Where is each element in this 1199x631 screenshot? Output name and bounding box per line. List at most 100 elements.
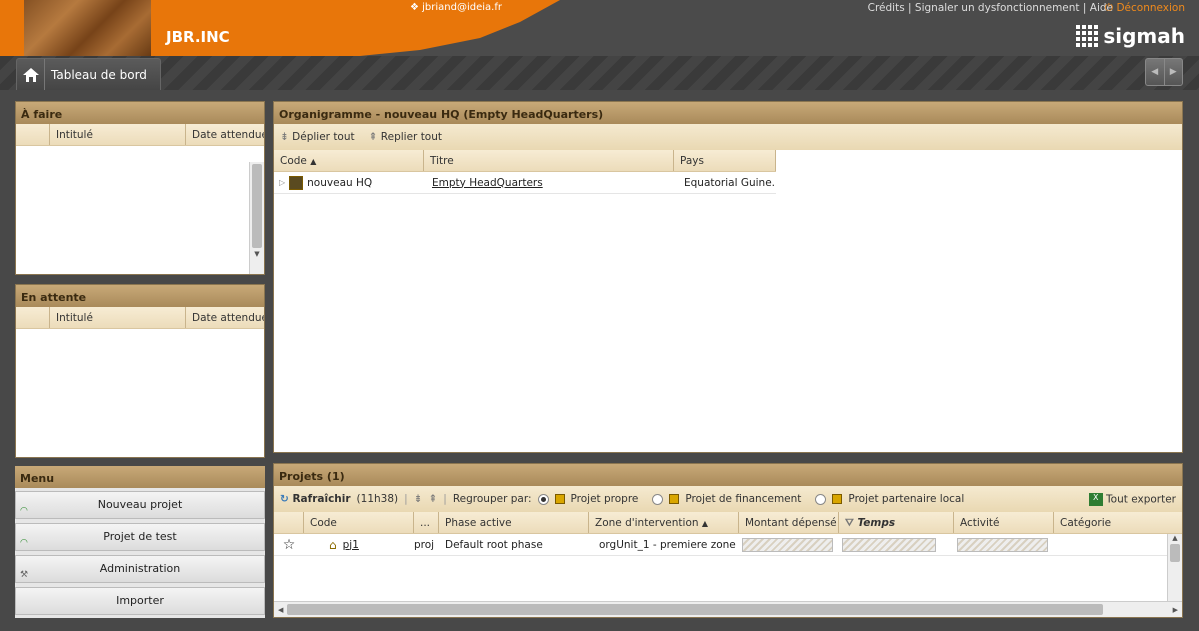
sort-asc-icon: ▲: [701, 519, 709, 528]
credits-link[interactable]: Crédits: [868, 2, 905, 14]
column-header-country[interactable]: Pays: [674, 150, 776, 171]
expand-label: Déplier tout: [292, 131, 355, 143]
report-bug-link[interactable]: Signaler un dysfonctionnement: [915, 2, 1080, 14]
vertical-scrollbar[interactable]: ▲: [1167, 534, 1182, 601]
top-links: Crédits | Signaler un dysfonctionnement …: [868, 2, 1113, 14]
column-header-code[interactable]: Code: [304, 512, 414, 533]
column-header-favorite: [274, 512, 304, 533]
sigmah-dots-icon: [1076, 25, 1099, 47]
column-header[interactable]: Date attendue: [186, 124, 264, 145]
import-button[interactable]: Importer: [15, 587, 265, 615]
column-header[interactable]: Intitulé: [50, 124, 186, 145]
column-header[interactable]: Intitulé: [50, 307, 186, 328]
user-icon: ❖: [410, 2, 423, 13]
column-label: Temps: [857, 517, 896, 529]
column-header-phase[interactable]: Phase active: [439, 512, 589, 533]
column-header-title[interactable]: Titre: [424, 150, 674, 171]
cell-title: Empty HeadQuarters: [424, 177, 674, 189]
tab-bar: [0, 56, 1199, 90]
sort-asc-icon: ▲: [310, 157, 317, 166]
toolbar-separator: |: [404, 493, 408, 505]
table-header: Code ▲ Titre Pays: [274, 150, 776, 172]
scroll-right-icon[interactable]: ▶: [1165, 59, 1183, 85]
tab-dashboard[interactable]: Tableau de bord: [16, 58, 161, 90]
column-header-zone[interactable]: Zone d'intervention ▲: [589, 512, 739, 533]
org-toolbar: ⇟ Déplier tout ⇞ Replier tout: [274, 124, 1182, 150]
group-by-label: Regrouper par:: [452, 493, 532, 505]
org-chart-panel: Organigramme - nouveau HQ (Empty HeadQua…: [273, 101, 1183, 453]
new-project-button[interactable]: Nouveau projet ◠: [15, 491, 265, 519]
organization-logo: [24, 0, 151, 56]
expand-icon: ⇟: [280, 131, 289, 143]
cell-zone: orgUnit_1 - premiere zone d'in: [599, 538, 739, 551]
export-label: Tout exporter: [1106, 493, 1176, 505]
scroll-thumb[interactable]: [287, 604, 1104, 615]
horizontal-scrollbar[interactable]: ◀ ▶: [274, 601, 1182, 617]
cell-code: ⌂ pj1: [304, 538, 414, 552]
company-name: JBR.INC: [166, 28, 230, 46]
partner-project-icon: [832, 494, 843, 504]
collapse-icon[interactable]: ⇞: [428, 493, 437, 505]
column-header-time[interactable]: ⛛ Temps: [839, 512, 954, 533]
scroll-left-icon[interactable]: ◀: [274, 606, 287, 614]
home-icon: [17, 59, 45, 90]
row-code: nouveau HQ: [307, 176, 373, 189]
cell-activity: [954, 537, 1054, 552]
export-all-button[interactable]: X Tout exporter: [1088, 492, 1176, 506]
collapse-label: Replier tout: [380, 131, 443, 143]
radio-own-project[interactable]: [537, 493, 549, 505]
radio-funding-project[interactable]: [652, 493, 664, 505]
scroll-thumb[interactable]: [252, 164, 262, 248]
logout-link[interactable]: ⏻ Déconnexion: [1105, 2, 1185, 15]
column-header-category[interactable]: Catégorie: [1054, 512, 1182, 533]
collapse-all-button[interactable]: ⇞ Replier tout: [369, 131, 442, 143]
own-project-icon: [554, 494, 565, 504]
vertical-scrollbar[interactable]: ▼: [249, 162, 264, 274]
excel-icon: X: [1088, 492, 1103, 506]
projects-toolbar: ↻ Rafraîchir (11h38) | ⇟ ⇞ | Regrouper p…: [274, 486, 1182, 512]
cell-spent: [739, 537, 839, 552]
table-row[interactable]: ▷ nouveau HQ Empty HeadQuarters Equatori…: [274, 172, 776, 194]
expand-all-button[interactable]: ⇟ Déplier tout: [280, 131, 355, 143]
power-icon: ⏻: [1104, 2, 1117, 14]
user-email-text: jbriand@ideia.fr: [422, 2, 502, 13]
administration-button[interactable]: Administration ⚒: [15, 555, 265, 583]
cell-phase: Default root phase: [445, 538, 543, 551]
tab-scroll-buttons: ◀ ▶: [1145, 58, 1183, 86]
option-label: Projet propre: [570, 493, 639, 505]
cell-country: Equatorial Guine...: [684, 176, 776, 189]
radio-partner-project[interactable]: [815, 493, 827, 505]
logout-label: Déconnexion: [1116, 2, 1185, 14]
expand-icon[interactable]: ⇟: [414, 493, 423, 505]
menu-label: Administration: [99, 562, 181, 575]
row-title-link[interactable]: Empty HeadQuarters: [432, 177, 543, 189]
option-label: Projet de financement: [685, 493, 802, 505]
test-project-button[interactable]: Projet de test ◠: [15, 523, 265, 551]
filter-icon: ⛛: [845, 517, 854, 529]
scroll-up-icon[interactable]: ▲: [1168, 534, 1182, 542]
refresh-label: Rafraîchir: [292, 493, 351, 505]
scroll-down-icon[interactable]: ▼: [250, 250, 264, 258]
project-icon: ◠: [20, 506, 28, 516]
column-label: Code: [280, 155, 307, 167]
refresh-time: (11h38): [356, 493, 399, 505]
scroll-left-icon[interactable]: ◀: [1146, 59, 1165, 85]
user-email[interactable]: ❖ jbriand@ideia.fr: [410, 2, 502, 13]
scroll-thumb[interactable]: [1170, 544, 1180, 562]
table-header: Code ... Phase active Zone d'interventio…: [274, 512, 1182, 534]
table-header: Intitulé Date attendue: [16, 307, 264, 329]
menu-label: Importer: [116, 594, 164, 607]
favorite-star-icon[interactable]: ☆: [274, 537, 304, 553]
option-label: Projet partenaire local: [848, 493, 965, 505]
column-header-more[interactable]: ...: [414, 512, 439, 533]
scroll-right-icon[interactable]: ▶: [1169, 606, 1182, 614]
refresh-button[interactable]: ↻ Rafraîchir: [280, 493, 351, 505]
column-header-code[interactable]: Code ▲: [274, 150, 424, 171]
column-header-spent[interactable]: Montant dépensé: [739, 512, 839, 533]
brand-name: sigmah: [1103, 24, 1185, 48]
column-header[interactable]: Date attendue: [186, 307, 264, 328]
project-code-link[interactable]: pj1: [343, 539, 359, 551]
table-row[interactable]: ☆ ⌂ pj1 proj Default root phase orgUnit_…: [274, 534, 1182, 556]
column-header-activity[interactable]: Activité: [954, 512, 1054, 533]
expand-row-icon[interactable]: ▷: [279, 178, 285, 187]
